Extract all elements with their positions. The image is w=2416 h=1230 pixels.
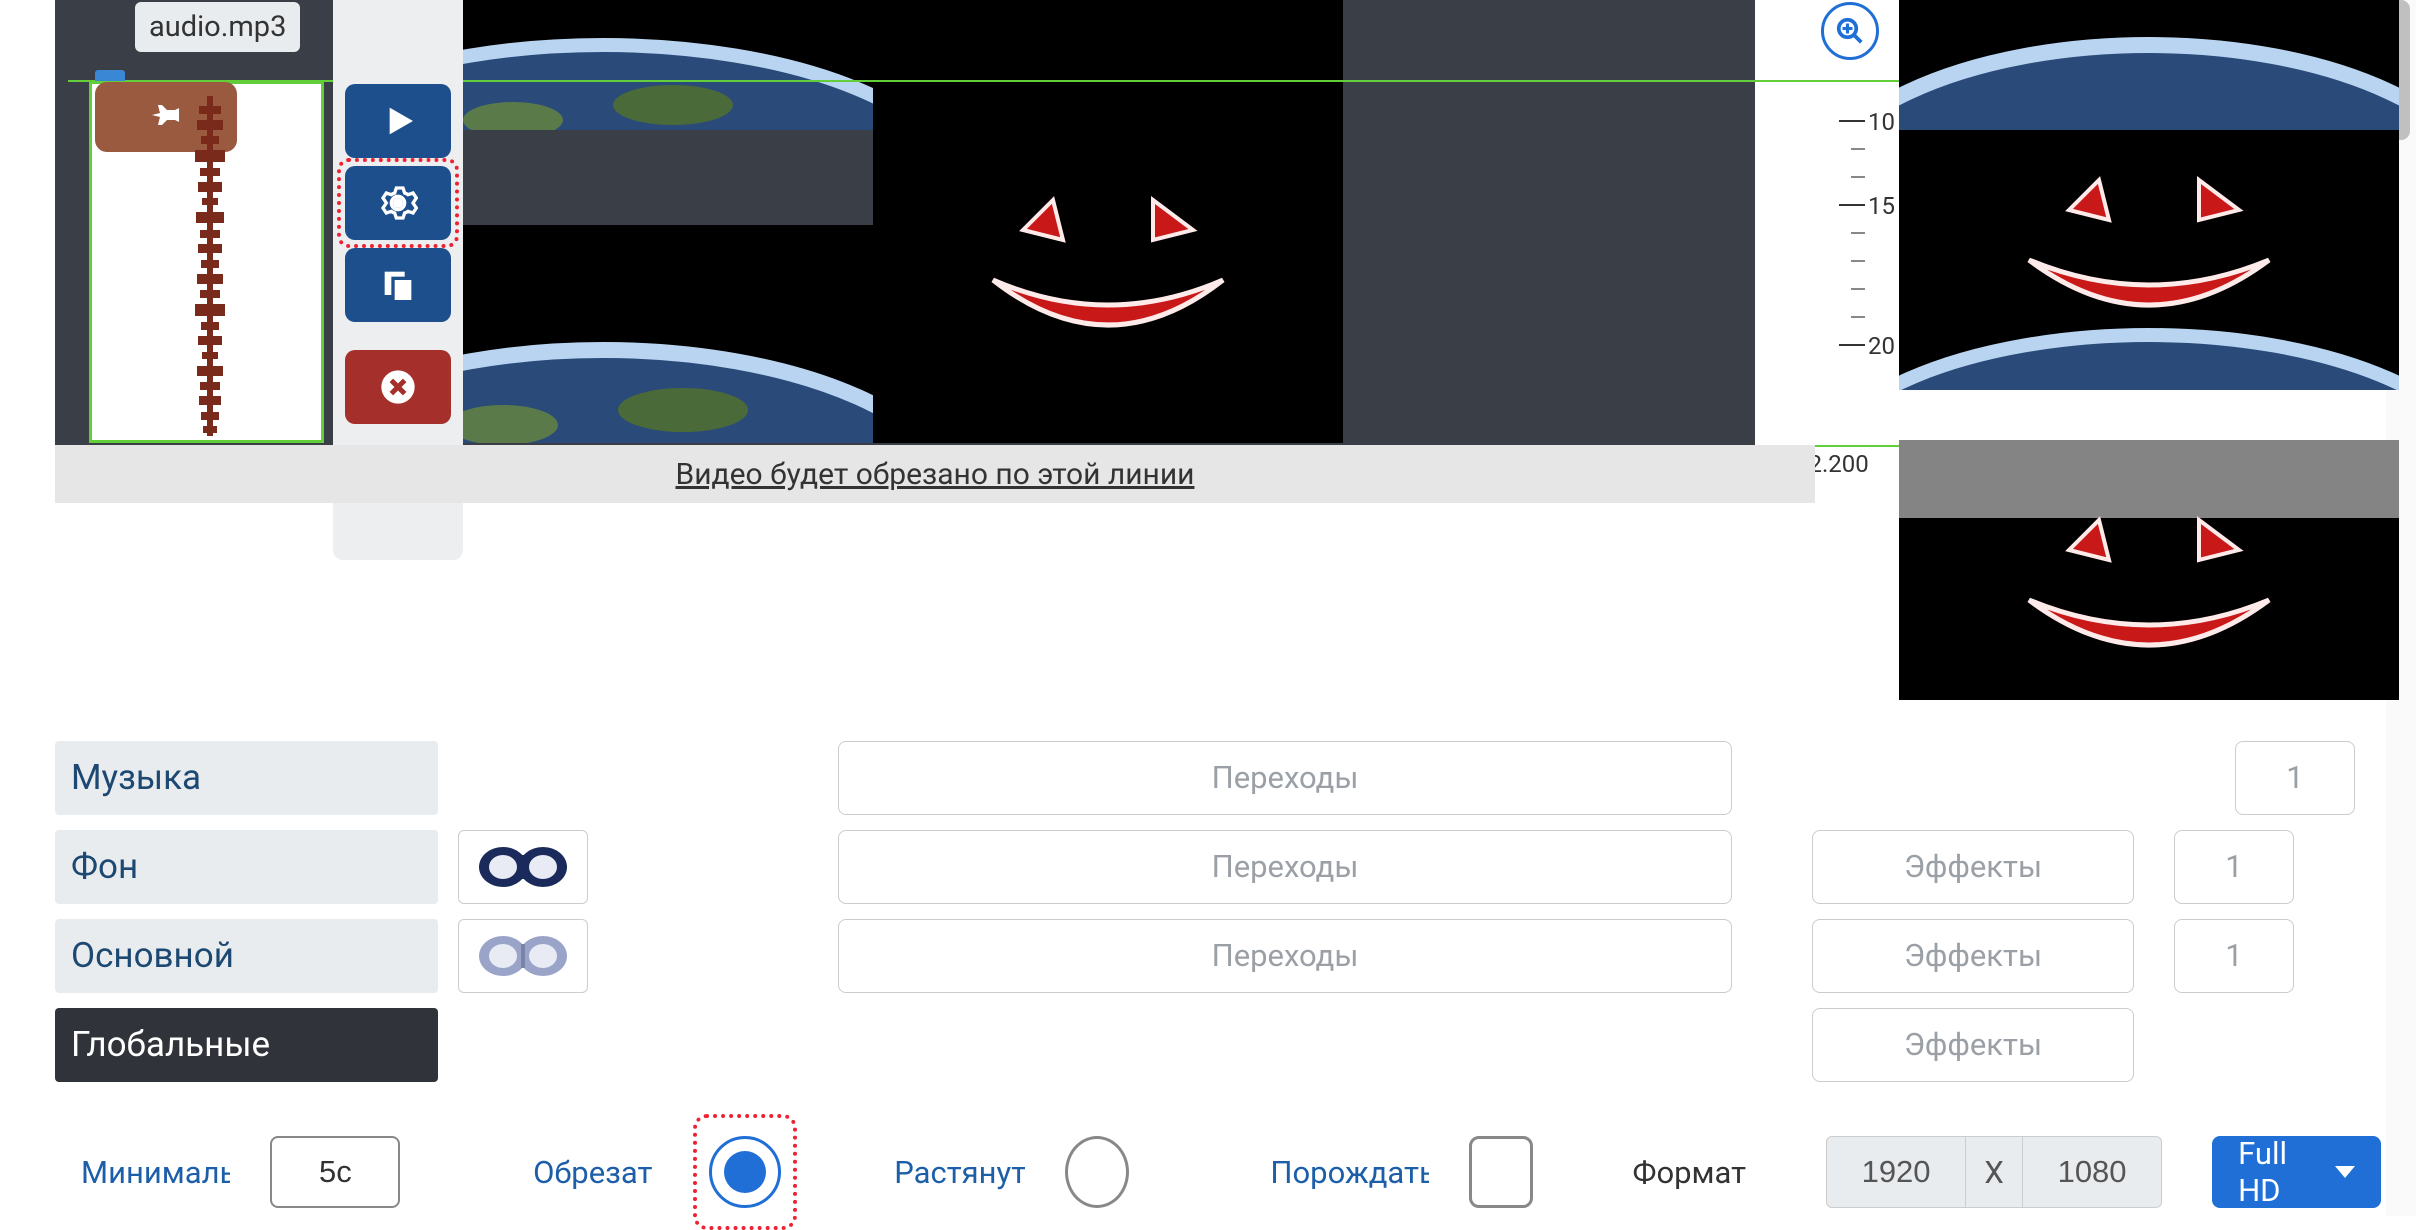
stretch-radio[interactable] [1065, 1136, 1129, 1208]
butterfly-icon [473, 926, 573, 986]
height-input[interactable] [2022, 1136, 2162, 1208]
copy-icon [378, 265, 418, 305]
layer-settings: Музыка Переходы 1 Фон Переходы Эффекты 1… [55, 740, 2355, 1096]
effects-button[interactable]: Эффекты [1812, 919, 2134, 993]
radio-dot-icon [724, 1151, 766, 1193]
audio-waveform [195, 96, 225, 436]
effects-button[interactable]: Эффекты [1812, 1008, 2134, 1082]
ruler-tick-label: 15 [1868, 192, 1895, 220]
preset-label: Full HD [2238, 1135, 2321, 1209]
copy-button[interactable] [345, 248, 451, 322]
clip-filename-badge: audio.mp3 [135, 2, 300, 52]
zoom-in-button[interactable] [1821, 2, 1879, 60]
ruler-tick-label: 10 [1868, 108, 1895, 136]
preview-thumb-3[interactable] [1899, 440, 2399, 700]
layer-label-global[interactable]: Глобальные [55, 1008, 438, 1082]
layer-row-main: Основной Переходы Эффекты 1 [55, 918, 2355, 993]
stretch-label: Растянуть [894, 1154, 1025, 1191]
resolution-preset-dropdown[interactable]: Full HD [2212, 1136, 2381, 1208]
spawn-checkbox[interactable] [1469, 1136, 1533, 1208]
delete-button[interactable] [345, 350, 451, 424]
preview-overlay [1899, 440, 2399, 518]
dimension-group: X [1826, 1136, 2162, 1208]
transitions-button[interactable]: Переходы [838, 741, 1732, 815]
preview-column [1899, 0, 2399, 750]
ruler-tick-label: 20 [1868, 332, 1895, 360]
clip-thumb-devil[interactable] [873, 0, 1343, 443]
layer-thumb-background[interactable] [458, 830, 588, 904]
preview-thumb-2[interactable] [1899, 130, 2399, 390]
crop-label: Обрезать [533, 1154, 653, 1191]
play-button[interactable] [345, 84, 451, 158]
layer-label-music[interactable]: Музыка [55, 741, 438, 815]
chevron-down-icon [2335, 1166, 2355, 1178]
dimension-x: X [1966, 1136, 2022, 1208]
crop-radio[interactable] [709, 1136, 781, 1208]
layer-label-main[interactable]: Основной [55, 919, 438, 993]
effects-button[interactable]: Эффекты [1812, 830, 2134, 904]
transitions-button[interactable]: Переходы [838, 919, 1732, 993]
min-duration-input[interactable] [270, 1136, 400, 1208]
time-ruler: 10 15 20 22.200 [1815, 60, 1895, 420]
pin-icon [149, 100, 183, 134]
layer-thumb-main[interactable] [458, 919, 588, 993]
count-box[interactable]: 1 [2174, 919, 2294, 993]
layer-label-background[interactable]: Фон [55, 830, 438, 904]
min-duration-label: Минимальн [81, 1154, 230, 1191]
bottom-controls: Минимальн Обрезать Растянуть Порождать Ф… [81, 1120, 2381, 1224]
close-icon [378, 367, 418, 407]
spawn-label: Порождать [1270, 1154, 1428, 1191]
cut-line-text: Видео будет обрезано по этой линии [676, 457, 1195, 492]
format-label: Формат [1633, 1154, 1747, 1191]
timeline-area: audio.mp3 [55, 0, 2390, 700]
width-input[interactable] [1826, 1136, 1966, 1208]
butterfly-icon [473, 837, 573, 897]
preview-thumb-1[interactable] [1899, 0, 2399, 130]
layer-row-global: Глобальные Эффекты [55, 1007, 2355, 1082]
gear-icon [378, 183, 418, 223]
cut-line-bar: Видео будет обрезано по этой линии [55, 445, 1815, 503]
transitions-button[interactable]: Переходы [838, 830, 1732, 904]
layer-row-music: Музыка Переходы 1 [55, 740, 2355, 815]
layer-row-background: Фон Переходы Эффекты 1 [55, 829, 2355, 904]
count-box[interactable]: 1 [2174, 830, 2294, 904]
zoom-in-icon [1835, 16, 1865, 46]
count-box[interactable]: 1 [2235, 741, 2355, 815]
settings-button[interactable] [345, 166, 451, 240]
play-icon [378, 101, 418, 141]
